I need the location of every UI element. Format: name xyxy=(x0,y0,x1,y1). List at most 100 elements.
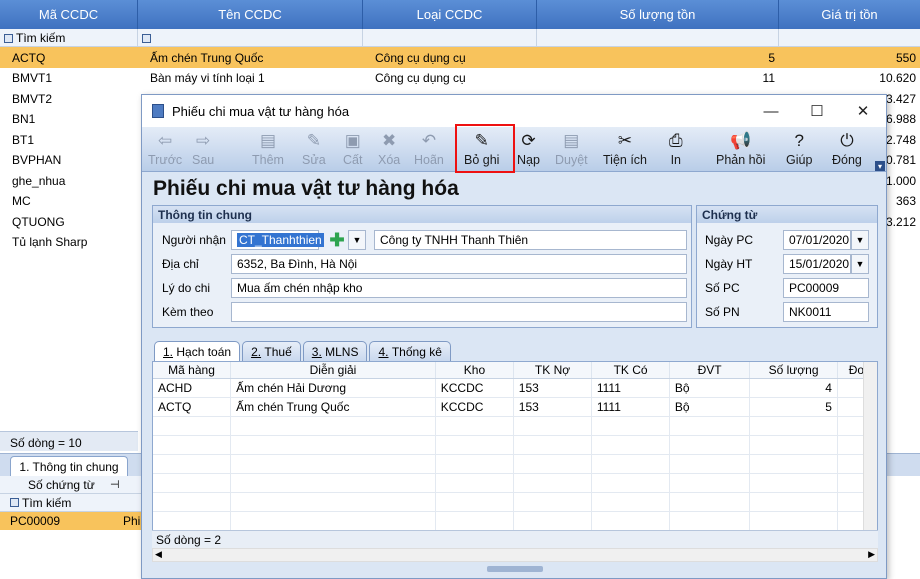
table-cell xyxy=(153,436,232,454)
so-pn-label: Số PN xyxy=(705,305,740,319)
toolbar-label: Phản hồi xyxy=(716,153,766,167)
table-row[interactable]: ACTQ Ấm chén Trung Quốc Công cụ dụng cụ 5 55… xyxy=(0,47,920,68)
ngay-pc-dropdown[interactable]: ▼ xyxy=(851,230,869,250)
detail-vscrollbar[interactable] xyxy=(863,362,877,530)
col-loai-ccdc[interactable]: Loại CCDC xyxy=(363,0,537,29)
table-cell: 5 xyxy=(768,50,775,65)
toolbar-button-8[interactable]: ⟳ Nạp xyxy=(517,129,540,171)
nguoi-nhan-dropdown[interactable]: ▼ xyxy=(348,230,366,250)
table-row[interactable]: ACTQ Ấm chén Trung Quốc KCCDC 153 1111 Bộ 5 xyxy=(153,398,877,417)
table-row[interactable]: BMVT1 Bàn máy vi tính loại 1 Công cụ dụng … xyxy=(0,68,920,89)
table-row[interactable] xyxy=(153,417,877,436)
dialog-icon xyxy=(152,104,164,118)
close-button[interactable]: ✕ xyxy=(840,95,886,127)
col-ma-ccdc[interactable]: Mã CCDC xyxy=(0,0,138,29)
toolbar-button-2[interactable]: ▤ Thêm xyxy=(252,129,284,171)
toolbar-button-4[interactable]: ▣ Cất xyxy=(343,129,362,171)
dia-chi-input[interactable]: 6352, Ba Đình, Hà Nội xyxy=(231,254,687,274)
lower-selected-row[interactable]: PC00009 Phi xyxy=(0,512,141,530)
toolbar-button-3[interactable]: ✎ Sửa xyxy=(302,129,326,171)
detail-col-header[interactable]: Số lượng xyxy=(750,362,838,378)
add-partner-icon[interactable]: ✚ xyxy=(328,231,346,249)
toolbar-overflow-icon[interactable]: ▾ xyxy=(875,161,885,171)
toolbar-label: In xyxy=(670,153,682,167)
toolbar-button-14[interactable]: ⏻ Đóng xyxy=(832,129,862,171)
table-row[interactable] xyxy=(153,512,877,531)
toolbar-button-0[interactable]: ⇦ Trước xyxy=(148,129,182,171)
table-row[interactable] xyxy=(153,474,877,493)
ngay-ht-input[interactable]: 15/01/2020 xyxy=(783,254,851,274)
table-cell xyxy=(514,474,592,492)
col-ten-ccdc[interactable]: Tên CCDC xyxy=(138,0,363,29)
toolbar-button-5[interactable]: ✖ Xóa xyxy=(378,129,400,171)
table-cell xyxy=(750,455,838,473)
table-row[interactable] xyxy=(153,455,877,474)
toolbar-label: Sau xyxy=(192,153,215,167)
arrow-right-icon: ⇨ xyxy=(196,131,211,150)
detail-col-header[interactable]: TK Có xyxy=(592,362,671,378)
scroll-right-icon[interactable]: ▶ xyxy=(868,549,875,560)
table-cell xyxy=(231,493,436,511)
filter-cell[interactable]: Tìm kiếm xyxy=(0,29,138,47)
kem-theo-input[interactable] xyxy=(231,302,687,322)
table-cell xyxy=(514,455,592,473)
tab-thong-tin-chung[interactable]: 1. Thông tin chung xyxy=(10,456,128,476)
tab-thue[interactable]: 2. Thuế xyxy=(242,341,301,361)
table-cell: BT1 xyxy=(12,132,35,147)
splitter-handle[interactable] xyxy=(487,566,543,572)
filter-row: Tìm kiếm xyxy=(0,29,920,47)
so-pn-input[interactable]: NK0011 xyxy=(783,302,869,322)
toolbar-button-10[interactable]: ✂ Tiện ích xyxy=(603,129,647,171)
filter-cell[interactable] xyxy=(537,29,779,47)
toolbar-button-12[interactable]: 📢 Phản hồi xyxy=(716,129,765,171)
table-row[interactable]: ACHD Ấm chén Hải Dương KCCDC 153 1111 Bộ 4 xyxy=(153,379,877,398)
detail-hscrollbar[interactable]: ◀ ▶ xyxy=(152,548,878,562)
lower-filter[interactable]: Tìm kiếm xyxy=(0,494,141,512)
table-cell: ACTQ xyxy=(12,50,46,65)
table-cell: BVPHAN xyxy=(12,153,62,167)
detail-col-header[interactable]: Diễn giải xyxy=(231,362,436,378)
table-cell xyxy=(750,417,838,435)
filter-cell[interactable] xyxy=(363,29,537,47)
nguoi-nhan-code-input[interactable]: CT_Thanhthien xyxy=(231,230,324,250)
minimize-button[interactable]: — xyxy=(748,95,794,127)
detail-col-header[interactable]: Mã hàng xyxy=(153,362,232,378)
table-row[interactable] xyxy=(153,436,877,455)
toolbar-button-13[interactable]: ? Giúp xyxy=(786,129,812,171)
toolbar-button-11[interactable]: ⎙ In xyxy=(669,129,683,171)
tab-thong-ke[interactable]: 4. Thống kê xyxy=(369,341,451,361)
ly-do-input[interactable]: Mua ấm chén nhập kho xyxy=(231,278,687,298)
pin-icon[interactable]: ⊣ xyxy=(110,478,120,491)
maximize-button[interactable]: ☐ xyxy=(794,95,840,127)
table-cell: Ấm chén Trung Quốc xyxy=(150,50,264,65)
toolbar-button-9[interactable]: ▤ Duyệt xyxy=(555,129,588,171)
ngay-pc-input[interactable]: 07/01/2020 xyxy=(783,230,851,250)
table-cell: 4 xyxy=(750,379,838,397)
toolbar-button-1[interactable]: ⇨ Sau xyxy=(192,129,214,171)
scroll-left-icon[interactable]: ◀ xyxy=(155,549,162,560)
table-cell xyxy=(670,455,750,473)
so-pc-input[interactable]: PC00009 xyxy=(783,278,869,298)
detail-col-header[interactable]: ĐVT xyxy=(670,362,751,378)
reload-icon: ⟳ xyxy=(521,131,536,150)
filter-cell[interactable] xyxy=(138,29,363,47)
col-so-chung-tu[interactable]: Số chứng từ xyxy=(0,476,141,494)
ngay-ht-dropdown[interactable]: ▼ xyxy=(851,254,869,274)
tab-hach-toan[interactable]: 1. Hạch toán xyxy=(154,341,241,361)
filter-cell[interactable] xyxy=(779,29,920,47)
table-cell xyxy=(670,436,750,454)
col-so-luong-ton[interactable]: Số lượng tồn xyxy=(537,0,779,29)
tab-mlns[interactable]: 3. MLNS xyxy=(302,341,368,361)
nguoi-nhan-name-input[interactable]: Công ty TNHH Thanh Thiên xyxy=(374,230,687,250)
filter-checkbox-icon xyxy=(10,498,19,507)
detail-col-header[interactable]: Kho xyxy=(436,362,514,378)
col-gia-tri-ton[interactable]: Giá trị tồn xyxy=(779,0,920,29)
table-cell xyxy=(231,512,436,530)
table-row[interactable] xyxy=(153,493,877,512)
toolbar-label: Cất xyxy=(343,153,363,167)
table-cell xyxy=(514,512,592,530)
dialog-title: Phiếu chi mua vật tư hàng hóa xyxy=(172,103,350,119)
detail-col-header[interactable]: TK Nợ xyxy=(514,362,593,378)
toolbar-button-6[interactable]: ↶ Hoãn xyxy=(414,129,444,171)
delete-icon: ✖ xyxy=(382,131,397,150)
